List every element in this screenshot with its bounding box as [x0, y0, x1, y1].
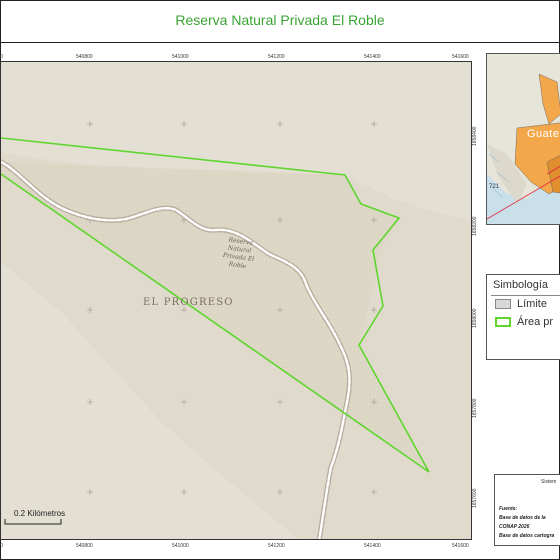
map-canvas [1, 62, 471, 539]
y-tick-4: 1657800 [472, 398, 478, 418]
y-tick-2: 1658200 [472, 216, 478, 236]
legend-title: Simbología [493, 279, 549, 291]
x-tick-top-1: 540800 [76, 54, 93, 60]
x-tick-top-3: 541200 [268, 54, 285, 60]
x-tick-top-left: 0 [0, 54, 3, 60]
main-map[interactable]: EL PROGRESO Reserva Natural Privada El R… [0, 61, 472, 540]
scale-label: 0.2 Kilómetros [14, 509, 66, 518]
x-tick-bottom-3: 541200 [268, 543, 285, 549]
x-tick-bottom-2: 541000 [172, 543, 189, 549]
inset-country-label: Guate [527, 128, 560, 140]
title-bar: Reserva Natural Privada El Roble [0, 0, 560, 43]
source-line-3: Base de datos cartogra [499, 533, 555, 539]
map-title: Reserva Natural Privada El Roble [175, 12, 385, 28]
legend-swatch-limite [495, 299, 511, 309]
y-tick-3: 1658000 [472, 308, 478, 328]
x-tick-bottom-5: 541600 [452, 543, 469, 549]
legend-swatch-area [495, 317, 511, 327]
legend-item-area: Área pr [495, 315, 553, 329]
legend-item-limite: Límite [495, 297, 547, 311]
x-tick-top-5: 541600 [452, 54, 469, 60]
x-tick-top-4: 541400 [364, 54, 381, 60]
x-tick-bottom-1: 540800 [76, 543, 93, 549]
y-tick-1: 1658400 [472, 126, 478, 146]
scale-bar [4, 519, 62, 525]
y-tick-5: 1657600 [472, 488, 478, 508]
x-tick-top-2: 541000 [172, 54, 189, 60]
source-label: Fuente: [499, 506, 518, 512]
inset-road-number: 721 [489, 184, 500, 190]
legend-label-area: Área pr [517, 316, 554, 328]
legend: Simbología Límite Área pr [486, 274, 560, 360]
source-line-1: Base de datos de la [499, 515, 546, 521]
legend-label-limite: Límite [517, 298, 547, 310]
source-line-2: CONAP 2026 [499, 524, 530, 530]
legend-divider [491, 295, 560, 296]
inset-location-map[interactable]: Guate 721 [486, 53, 560, 225]
coordinate-system-label: Sistem [541, 479, 557, 485]
x-tick-bottom-left: 0 [0, 543, 3, 549]
source-block: Fuente: Base de datos de la CONAP 2026 B… [499, 505, 554, 541]
info-box: Sistem Fuente: Base de datos de la CONAP… [494, 474, 560, 546]
region-label: EL PROGRESO [143, 297, 234, 308]
x-tick-bottom-4: 541400 [364, 543, 381, 549]
